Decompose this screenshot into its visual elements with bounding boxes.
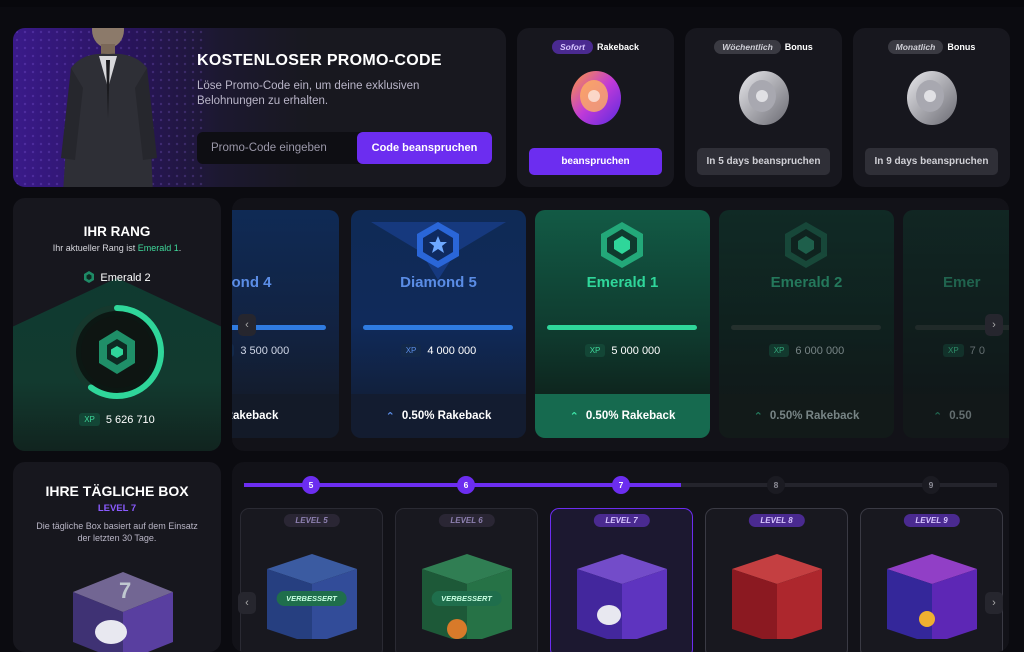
tier-name: Emer	[943, 274, 981, 291]
xp-badge: XP	[232, 344, 235, 357]
level-label: LEVEL 6	[438, 514, 495, 527]
promo-code-input[interactable]	[197, 132, 357, 164]
level-card-current[interactable]: LEVEL 7	[550, 508, 693, 652]
level-card[interactable]: LEVEL 9	[860, 508, 1003, 652]
chevrons-up-icon: ⌃	[385, 410, 395, 423]
tier-xp: 5 000 000	[611, 345, 661, 357]
current-rank: Emerald 2	[13, 271, 221, 284]
tier-xp: 4 000 000	[427, 345, 477, 357]
reward-card-rakeback: Sofort Rakeback beanspruchen	[517, 28, 674, 187]
level-node: 7	[612, 476, 630, 494]
tier-card[interactable]: Diamond 5 XP 4 000 000 ⌃ 0.50% Rakeback	[351, 210, 526, 438]
xp-badge: XP	[400, 344, 422, 357]
box-7-icon	[577, 554, 667, 639]
tier-bar	[547, 325, 697, 330]
level-card[interactable]: LEVEL 5 VERBESSERT	[240, 508, 383, 652]
tier-name: ond 4	[232, 274, 272, 291]
tier-bar	[363, 325, 513, 330]
coin-icon	[570, 71, 621, 125]
claim-weekly-button[interactable]: In 5 days beanspruchen	[697, 148, 830, 175]
reward-label: Bonus	[947, 42, 976, 52]
reward-card-monthly: Monatlich Bonus In 9 days beanspruchen	[853, 28, 1010, 187]
reward-tag: Wöchentlich	[714, 40, 781, 54]
tier-rakeback: 0.50% Rakeback	[769, 410, 860, 422]
rank-progress-ring	[70, 305, 164, 399]
levels-prev-arrow-icon[interactable]: ‹	[238, 592, 256, 614]
tier-xp: 3 500 000	[240, 345, 290, 357]
reward-tag: Monatlich	[887, 40, 944, 54]
tier-name: Emerald 1	[586, 274, 659, 291]
chevrons-up-icon: ⌃	[753, 410, 763, 423]
claim-monthly-button[interactable]: In 9 days beanspruchen	[865, 148, 998, 175]
daily-box-levels: 5 6 7 8 9 LEVEL 5 VERBESSERT LEVEL 6 VER…	[232, 462, 1009, 652]
tier-xp: 7 0	[969, 345, 985, 357]
level-card[interactable]: LEVEL 6 VERBESSERT	[395, 508, 538, 652]
top-bar	[0, 0, 1024, 7]
promo-description: Löse Promo-Code ein, um deine exklusiven…	[197, 80, 420, 107]
tier-rakeback: 0.50	[949, 410, 972, 422]
level-node: 5	[302, 476, 320, 494]
daily-box-card: IHRE TÄGLICHE BOX LEVEL 7 Die tägliche B…	[13, 462, 221, 652]
reward-card-weekly: Wöchentlich Bonus In 5 days beanspruchen	[685, 28, 842, 187]
daily-box-description: Die tägliche Box basiert auf dem Einsatz…	[36, 521, 198, 543]
reward-label: Bonus	[784, 42, 813, 52]
rank-xp: XP 5 626 710	[13, 413, 221, 426]
claim-rakeback-button[interactable]: beanspruchen	[529, 148, 662, 175]
level-label: LEVEL 8	[748, 514, 805, 527]
levels-next-arrow-icon[interactable]: ›	[985, 592, 1003, 614]
improved-badge: VERBESSERT	[431, 591, 502, 606]
level-node: 8	[767, 476, 785, 494]
tiers-next-arrow-icon[interactable]: ›	[985, 314, 1003, 336]
tiers-prev-arrow-icon[interactable]: ‹	[238, 314, 256, 336]
tier-rakeback: 0.50% Rakeback	[401, 410, 492, 422]
svg-text:7: 7	[119, 578, 131, 603]
rank-card: IHR RANG Ihr aktueller Rang ist Emerald …	[13, 198, 221, 451]
rank-xp-value: 5 626 710	[105, 414, 155, 426]
xp-badge: XP	[943, 344, 964, 357]
rank-title: IHR RANG	[83, 224, 151, 239]
tier-xp: 6 000 000	[795, 345, 845, 357]
daily-box-level: LEVEL 7	[97, 503, 137, 514]
level-node: 6	[457, 476, 475, 494]
tier-card-current[interactable]: Emerald 1 XP 5 000 000 ⌃ 0.50% Rakeback	[535, 210, 710, 438]
box-8-icon	[732, 554, 822, 639]
coin-icon	[738, 71, 789, 125]
daily-box-illustration: 7	[73, 572, 173, 652]
improved-badge: VERBESSERT	[276, 591, 347, 606]
xp-badge: XP	[584, 344, 606, 357]
daily-box-title: IHRE TÄGLICHE BOX	[45, 483, 189, 499]
xp-badge: XP	[79, 413, 100, 426]
emerald-rank-icon	[785, 222, 827, 268]
diamond-rank-icon	[417, 222, 459, 268]
level-label: LEVEL 9	[903, 514, 960, 527]
tier-rakeback: 0.50% Rakeback	[585, 410, 676, 422]
tier-name: Diamond 5	[400, 274, 477, 291]
rank-tiers-carousel: ond 4 XP 3 500 000 Rakeback Diamond 5 XP 4…	[232, 198, 1009, 451]
promo-title: KOSTENLOSER PROMO-CODE	[197, 52, 442, 69]
tier-bar	[731, 325, 881, 330]
reward-tag: Sofort	[551, 40, 593, 54]
chevrons-up-icon: ⌃	[569, 410, 579, 423]
coin-icon	[906, 71, 957, 125]
level-label: LEVEL 5	[283, 514, 340, 527]
tier-rakeback: Rakeback	[232, 410, 279, 422]
rank-subtitle: Ihr aktueller Rang ist Emerald 1.	[52, 243, 182, 253]
tier-card[interactable]: Emerald 2 XP 6 000 000 ⌃ 0.50% Rakeback	[719, 210, 894, 438]
promo-input-group: Code beanspruchen	[197, 132, 492, 164]
emerald-rank-icon	[601, 222, 643, 268]
tier-name: Emerald 2	[770, 274, 843, 291]
xp-badge: XP	[768, 344, 790, 357]
emerald-icon	[84, 271, 95, 283]
box-9-icon	[887, 554, 977, 639]
redeem-code-button[interactable]: Code beanspruchen	[357, 132, 492, 164]
level-card[interactable]: LEVEL 8	[705, 508, 848, 652]
chevrons-up-icon: ⌃	[933, 410, 943, 423]
reward-label: Rakeback	[597, 42, 640, 52]
character-illustration	[61, 28, 157, 187]
level-node: 9	[922, 476, 940, 494]
level-label: LEVEL 7	[593, 514, 650, 527]
promo-code-card: KOSTENLOSER PROMO-CODE Löse Promo-Code e…	[13, 28, 506, 187]
rank-subtitle-rank: Emerald 1	[137, 243, 179, 253]
